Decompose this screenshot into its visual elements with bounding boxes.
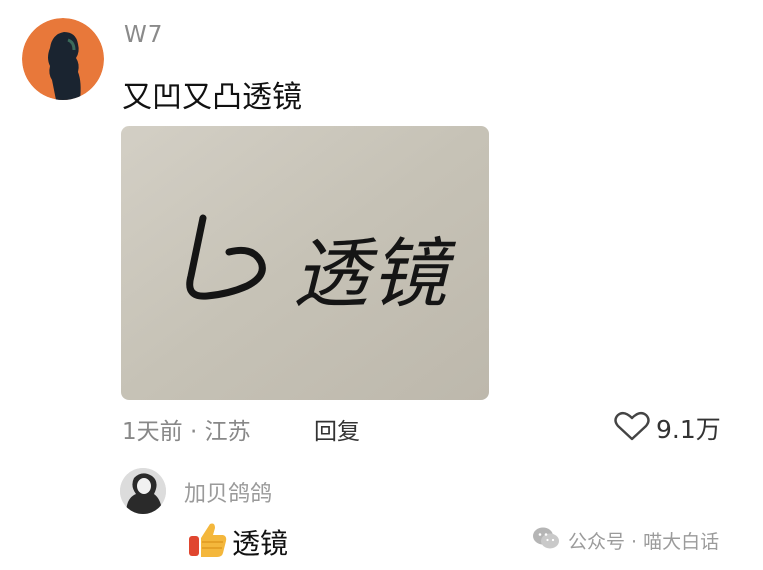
watermark-text: 公众号 · 喵大白话 (568, 530, 720, 553)
reply-avatar[interactable] (120, 468, 166, 514)
like-count: 9.1万 (656, 415, 721, 444)
reply-username[interactable]: 加贝鸽鸽 (184, 476, 272, 508)
like-button[interactable]: 9.1万 (614, 410, 721, 446)
avatar[interactable] (22, 18, 104, 100)
comment-text: 又凹又凸透镜 (122, 80, 302, 115)
comment-username[interactable]: W7 (124, 22, 163, 48)
handwritten-image-text: 透镜 (293, 229, 457, 318)
reply-body: 透镜 (186, 520, 288, 564)
reply-text: 透镜 (232, 527, 289, 560)
wechat-icon (532, 526, 560, 555)
reply-button[interactable]: 回复 (314, 412, 360, 446)
comment-image[interactable]: 透镜 (121, 126, 489, 400)
comment-meta: 1天前 · 江苏 (122, 419, 251, 445)
heart-outline-icon (614, 410, 650, 446)
thumbs-up-icon (186, 520, 228, 564)
watermark: 公众号 · 喵大白话 (532, 525, 719, 555)
